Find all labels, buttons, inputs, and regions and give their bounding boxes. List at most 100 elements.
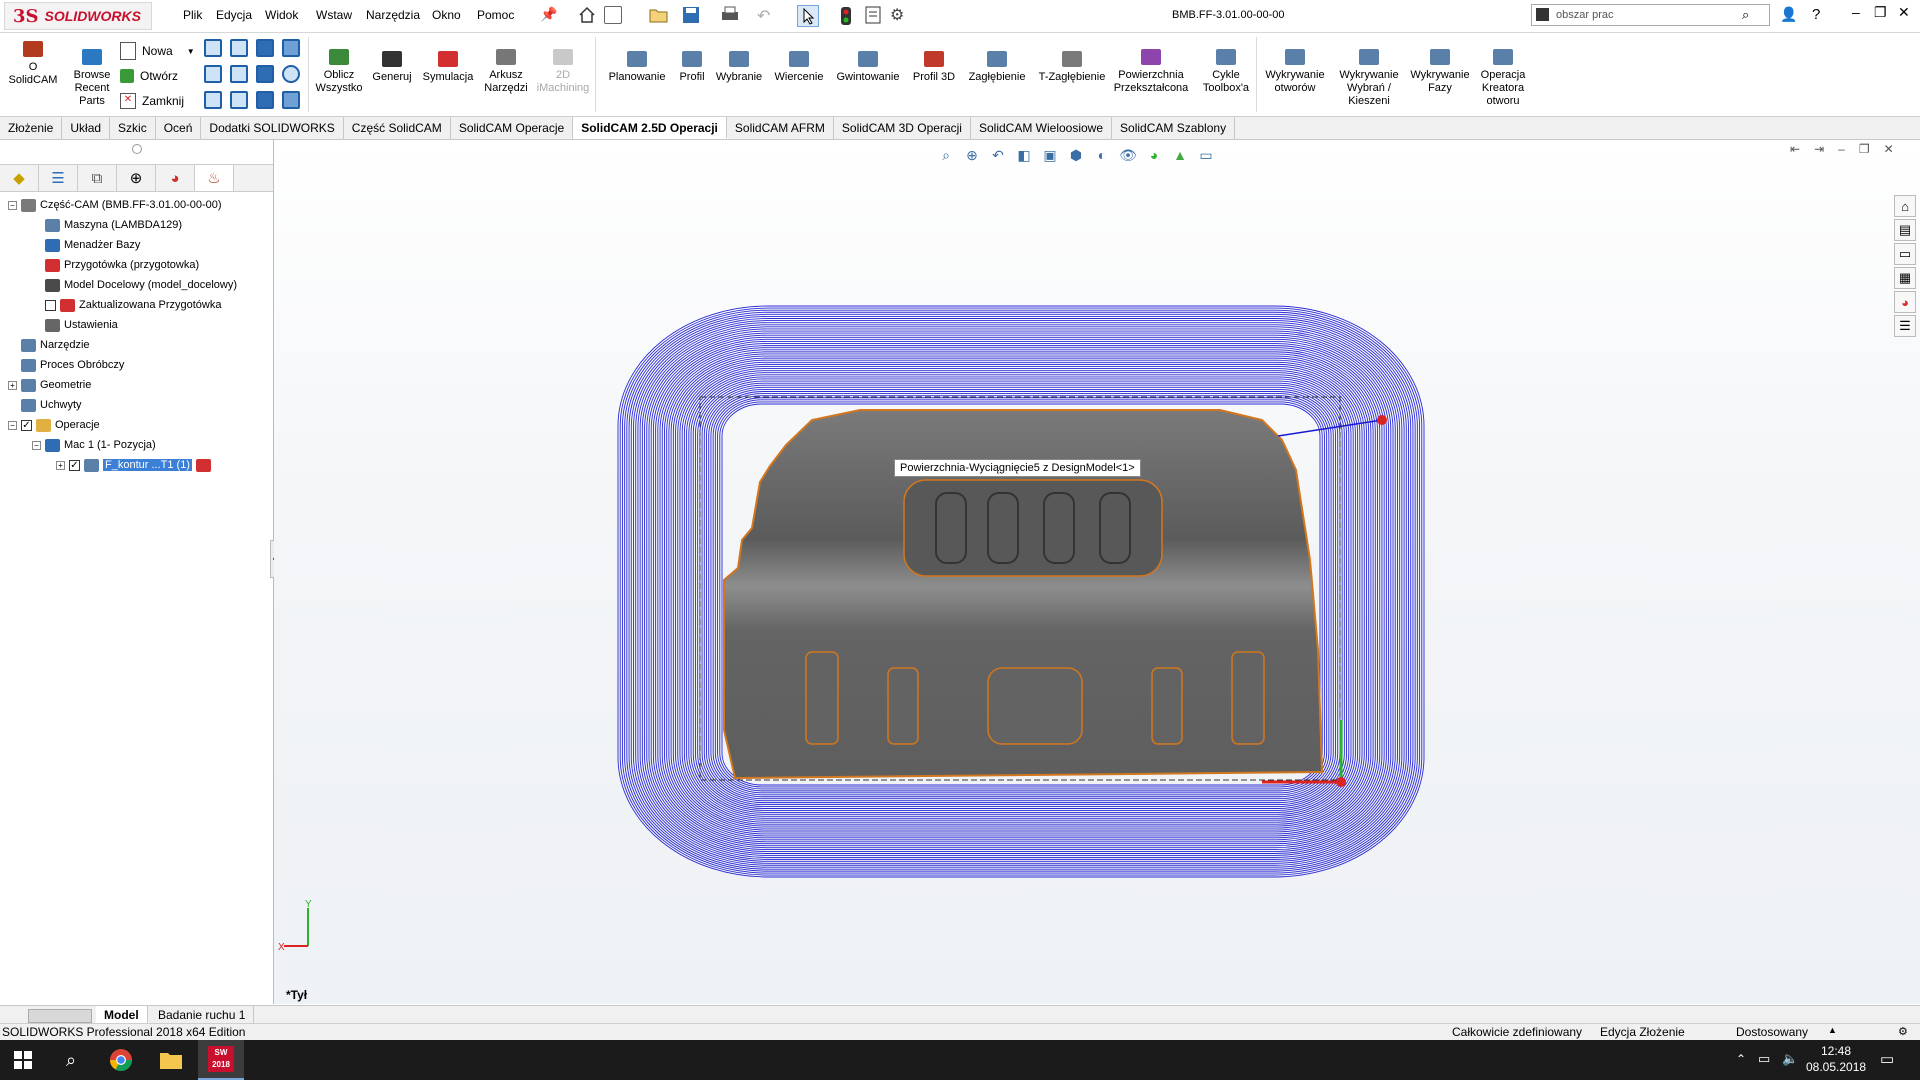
tab-configuration-manager[interactable]: ⧉: [78, 165, 117, 191]
appearances-icon[interactable]: ◕: [1894, 291, 1916, 313]
ribbon-button-17[interactable]: Wykrywanie Fazy: [1408, 33, 1472, 95]
toolpath-canvas[interactable]: [274, 140, 1920, 1004]
tab-model[interactable]: Model: [96, 1006, 148, 1024]
view-orientation-icon[interactable]: ⬢: [1066, 146, 1086, 164]
ribbon-button-11[interactable]: Zagłębienie: [964, 33, 1030, 84]
tab-1[interactable]: Układ: [62, 117, 111, 139]
open-button[interactable]: Otwórz: [120, 63, 195, 89]
start-button[interactable]: [0, 1040, 46, 1080]
tree-item[interactable]: Menadżer Bazy: [32, 236, 140, 254]
chevron-down-icon[interactable]: ▼: [187, 47, 195, 56]
design-library-icon[interactable]: ▤: [1894, 219, 1916, 241]
viewport-restore-icon[interactable]: ❐: [1859, 142, 1870, 156]
search-scope-icon[interactable]: [1536, 8, 1549, 21]
panel-collapse-handle[interactable]: [132, 144, 142, 154]
tab-dimxpert-manager[interactable]: ⊕: [117, 165, 156, 191]
search-box[interactable]: obszar prac ⌕: [1531, 4, 1770, 26]
view-custom-icon[interactable]: [282, 91, 300, 109]
view-left-icon[interactable]: [230, 65, 248, 83]
view-section-icon[interactable]: [282, 65, 300, 83]
ribbon-button-10[interactable]: Profil 3D: [908, 33, 960, 84]
collapse-icon[interactable]: −: [32, 440, 41, 450]
previous-view-icon[interactable]: ↶: [988, 146, 1008, 164]
tab-5[interactable]: Część SolidCAM: [344, 117, 451, 139]
zoom-to-area-icon[interactable]: ⊕: [962, 146, 982, 164]
custom-properties-icon[interactable]: ☰: [1894, 315, 1916, 337]
view-right-icon[interactable]: [204, 65, 222, 83]
search-icon[interactable]: ⌕: [1742, 7, 1749, 23]
menu-3[interactable]: Widok: [265, 8, 298, 22]
volume-icon[interactable]: 🔈: [1782, 1051, 1798, 1067]
tree-item[interactable]: Ustawienia: [32, 316, 118, 334]
tree-checkbox[interactable]: [45, 299, 56, 311]
minimize-button[interactable]: –: [1852, 4, 1860, 20]
close-document-button[interactable]: ✕ Zamknij: [120, 89, 195, 113]
apply-scene-icon[interactable]: ▲: [1170, 146, 1190, 164]
print-icon[interactable]: [720, 6, 740, 27]
tab-3[interactable]: Oceń: [156, 117, 202, 139]
ribbon-button-left-1[interactable]: Browse Recent Parts: [70, 33, 114, 108]
open-folder-icon[interactable]: [649, 6, 669, 27]
ribbon-button-16[interactable]: Wykrywanie Wybrań / Kieszeni: [1334, 33, 1404, 108]
tab-7[interactable]: SolidCAM 2.5D Operacji: [573, 117, 727, 139]
solidworks-taskbar-button[interactable]: SW 2018: [198, 1040, 244, 1080]
network-icon[interactable]: ▭: [1758, 1051, 1770, 1067]
hide-show-items-icon[interactable]: 👁: [1118, 146, 1138, 164]
close-button[interactable]: ✕: [1898, 4, 1910, 21]
ribbon-button-13[interactable]: Powierzchnia Przekształcona: [1112, 33, 1190, 95]
view-top-icon[interactable]: [230, 39, 248, 57]
menu-1[interactable]: Plik: [183, 8, 202, 22]
menu-2[interactable]: Edycja: [216, 8, 252, 22]
file-explorer-taskbar-icon[interactable]: [148, 1040, 194, 1080]
tree-item[interactable]: Narzędzie: [8, 336, 90, 354]
tree-item[interactable]: + Geometrie: [8, 376, 91, 394]
undo-icon[interactable]: ↶: [757, 6, 770, 26]
rebuild-traffic-light-icon[interactable]: [840, 6, 852, 29]
tab-11[interactable]: SolidCAM Szablony: [1112, 117, 1236, 139]
collapse-icon[interactable]: −: [8, 420, 17, 430]
tree-item[interactable]: − Część-CAM (BMB.FF-3.01.00-00-00): [8, 196, 222, 214]
tab-solidcam-manager[interactable]: ♨: [195, 165, 234, 191]
ribbon-button-3[interactable]: Arkusz Narzędzi: [480, 33, 532, 95]
tree-item[interactable]: Maszyna (LAMBDA129): [32, 216, 182, 234]
view-dimetric-icon[interactable]: [230, 91, 248, 109]
view-palette-icon[interactable]: ▦: [1894, 267, 1916, 289]
tree-item[interactable]: − ✓ Operacje: [8, 416, 100, 434]
graphics-area[interactable]: ⌕ ⊕ ↶ ◧ ▣ ⬢ ◐ 👁 ◕ ▲ ▭ ⇤ ⇥ – ❐ ✕ Y X: [274, 140, 1920, 1004]
view-trimetric-icon[interactable]: [256, 91, 274, 109]
tab-scroll-arrows[interactable]: [28, 1009, 92, 1023]
origin-marker[interactable]: [1336, 777, 1346, 787]
home-icon[interactable]: [578, 6, 596, 27]
start-point-marker[interactable]: [1377, 415, 1387, 425]
units-chevron-icon[interactable]: ▲: [1828, 1025, 1837, 1035]
tab-motion-study[interactable]: Badanie ruchu 1: [150, 1006, 255, 1024]
ribbon-button-5[interactable]: Planowanie: [604, 33, 670, 84]
tab-6[interactable]: SolidCAM Operacje: [451, 117, 574, 139]
viewport-close-icon[interactable]: ✕: [1884, 142, 1894, 156]
ribbon-button-6[interactable]: Profil: [673, 33, 711, 84]
ribbon-button-left-0[interactable]: O SolidCAM: [4, 33, 62, 87]
view-bottom-icon[interactable]: [204, 91, 222, 109]
tree-item[interactable]: + ✓ F_kontur ...T1 (1): [56, 456, 215, 474]
ribbon-button-15[interactable]: Wykrywanie otworów: [1260, 33, 1330, 95]
menu-6[interactable]: Okno: [432, 8, 461, 22]
units-selector[interactable]: Dostosowany: [1736, 1025, 1808, 1039]
ribbon-button-7[interactable]: Wybranie: [711, 33, 767, 84]
show-hidden-icons[interactable]: ⌃: [1736, 1052, 1746, 1066]
ribbon-button-1[interactable]: Generuj: [369, 33, 415, 84]
tree-item[interactable]: Zaktualizowana Przygotówka: [32, 296, 221, 314]
chrome-icon[interactable]: [98, 1040, 144, 1080]
display-style-icon[interactable]: ◐: [1092, 146, 1112, 164]
tab-10[interactable]: SolidCAM Wieloosiowe: [971, 117, 1113, 139]
print-view-icon[interactable]: [282, 39, 300, 57]
tab-9[interactable]: SolidCAM 3D Operacji: [834, 117, 971, 139]
notifications-icon[interactable]: ▭: [1880, 1050, 1894, 1068]
file-explorer-icon[interactable]: ▭: [1894, 243, 1916, 265]
tree-item[interactable]: Przygotówka (przygotowka): [32, 256, 199, 274]
ribbon-button-18[interactable]: Operacja Kreatora otworu: [1474, 33, 1532, 108]
zoom-to-fit-icon[interactable]: ⌕: [936, 146, 956, 164]
tab-2[interactable]: Szkic: [110, 117, 156, 139]
viewport-collapse-icon[interactable]: ⇤: [1790, 142, 1800, 156]
rebuild-status-icon[interactable]: ⚙: [1898, 1025, 1908, 1038]
new-button[interactable]: Nowa ▼: [120, 39, 195, 63]
